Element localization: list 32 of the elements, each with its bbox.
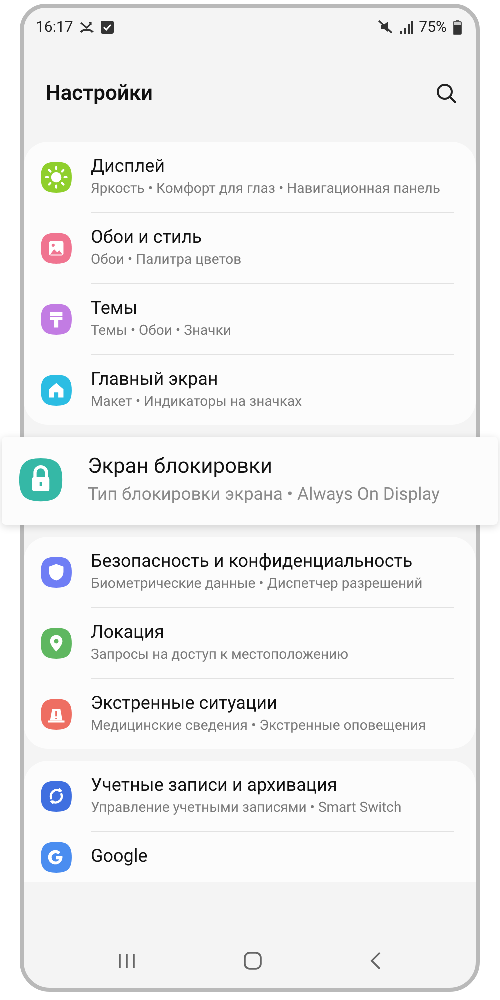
mute-icon bbox=[378, 20, 394, 34]
search-icon[interactable] bbox=[436, 83, 458, 105]
item-subtitle: Макет • Индикаторы на значках bbox=[91, 393, 304, 411]
item-subtitle: Управление учетными записями • Smart Switch bbox=[91, 799, 403, 817]
item-title: Темы bbox=[91, 297, 139, 320]
recent-apps-icon[interactable] bbox=[118, 953, 136, 969]
item-title: Локация bbox=[91, 621, 166, 644]
item-title: Экстренные ситуации bbox=[91, 692, 278, 715]
item-title: Главный экран bbox=[91, 368, 220, 391]
battery-icon bbox=[453, 20, 462, 34]
item-subtitle: Темы • Обои • Значки bbox=[91, 322, 232, 340]
highlighted-settings-item[interactable]: Экран блокировки Тип блокировки экрана • Always On Display bbox=[2, 437, 498, 525]
item-subtitle: Биометрические данные • Диспетчер разрешений bbox=[91, 575, 424, 593]
back-icon[interactable] bbox=[370, 952, 382, 970]
missed-call-icon bbox=[79, 20, 96, 34]
signal-icon bbox=[399, 20, 414, 34]
checkbox-icon bbox=[101, 20, 114, 34]
item-title: Учетные записи и архивация bbox=[91, 774, 338, 797]
item-subtitle: Медицинские сведения • Экстренные оповещения bbox=[91, 717, 428, 735]
item-subtitle: Яркость • Комфорт для глаз • Навигационная панель bbox=[91, 180, 442, 198]
home-button-icon[interactable] bbox=[244, 952, 262, 970]
item-title: Google bbox=[91, 845, 149, 868]
item-subtitle: Тип блокировки экрана • Always On Display bbox=[88, 484, 440, 507]
status-time: 16:17 bbox=[36, 18, 74, 36]
item-title: Экран блокировки bbox=[88, 454, 274, 481]
item-title: Обои и стиль bbox=[91, 226, 203, 249]
item-subtitle: Обои • Палитра цветов bbox=[91, 251, 243, 269]
battery-percentage: 75% bbox=[419, 18, 447, 36]
item-title: Безопасность и конфиденциальность bbox=[91, 550, 414, 573]
page-title: Настройки bbox=[46, 82, 153, 106]
item-title: Дисплей bbox=[91, 155, 166, 178]
item-subtitle: Запросы на доступ к местоположению bbox=[91, 646, 350, 664]
